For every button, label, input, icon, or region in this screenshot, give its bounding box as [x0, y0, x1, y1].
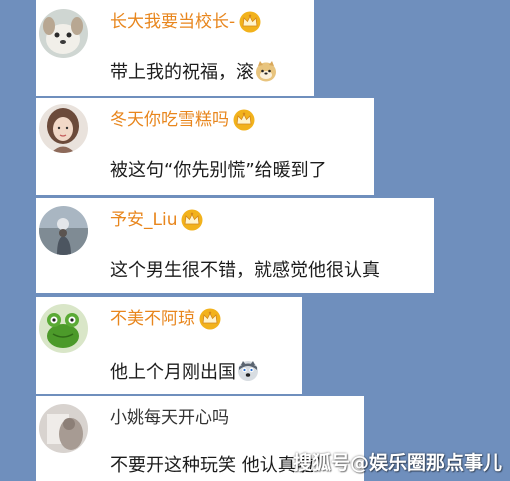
avatar[interactable] [39, 304, 88, 353]
comment-text: 这个男生很不错，就感觉他很认真 [110, 260, 380, 281]
crown-badge-icon [198, 308, 222, 330]
comment-card: 不美不阿琼 他上个月刚出国 [36, 297, 302, 394]
comment-card: 长大我要当校长- 带上我的祝福，滚 [36, 0, 314, 96]
comment-card: 予安_Liu 这个男生很不错，就感觉他很认真 [36, 198, 434, 293]
username[interactable]: 予安_Liu [110, 207, 177, 233]
username[interactable]: 不美不阿琼 [110, 306, 195, 332]
comment-card: 冬天你吃雪糕吗 被这句“你先别慌”给暖到了 [36, 98, 374, 195]
crown-badge-icon [232, 109, 256, 131]
avatar[interactable] [39, 9, 88, 58]
avatar[interactable] [39, 404, 88, 453]
doge-emoji-icon [255, 60, 277, 82]
comment-text: 被这句“你先别慌”给暖到了 [110, 160, 327, 181]
comment-text-content: 他上个月刚出国 [110, 362, 236, 383]
avatar[interactable] [39, 206, 88, 255]
crown-badge-icon [180, 209, 204, 231]
username[interactable]: 小姚每天开心吗 [110, 405, 229, 431]
crown-badge-icon [238, 11, 262, 33]
username[interactable]: 冬天你吃雪糕吗 [110, 107, 229, 133]
avatar[interactable] [39, 104, 88, 153]
comment-text-content: 带上我的祝福，滚 [110, 62, 254, 83]
watermark: 搜狐号@娱乐圈那点事儿 [292, 452, 502, 474]
comment-text: 带上我的祝福，滚 [110, 60, 277, 86]
husky-emoji-icon [237, 360, 259, 382]
comment-text: 他上个月刚出国 [110, 360, 259, 386]
username[interactable]: 长大我要当校长- [110, 9, 235, 35]
